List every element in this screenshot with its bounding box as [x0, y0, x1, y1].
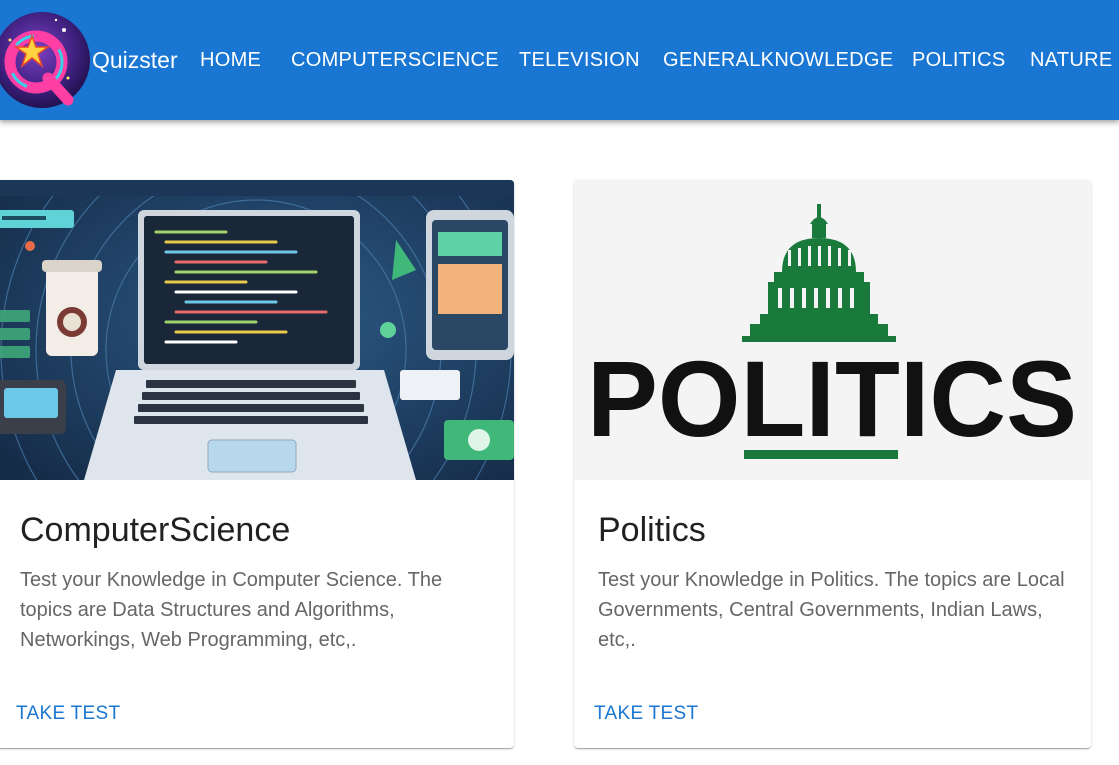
nav-politics[interactable]: POLITICS [912, 48, 1006, 72]
quiz-card-computerscience: ComputerScience Test your Knowledge in C… [0, 180, 514, 748]
laptop-illustration [0, 180, 514, 480]
card-description: Test your Knowledge in Computer Science.… [20, 569, 443, 651]
take-test-button[interactable]: TAKE TEST [594, 702, 698, 726]
politics-image: POLITICS [574, 180, 1091, 480]
nav-television[interactable]: TELEVISION [519, 48, 640, 72]
nav-generalknowledge[interactable]: GENERALKNOWLEDGE [663, 48, 893, 72]
app-bar: Quizster HOME COMPUTERSCIENCE TELEVISION… [0, 0, 1119, 120]
card-title: ComputerScience [20, 511, 291, 549]
take-test-button[interactable]: TAKE TEST [16, 702, 120, 726]
nav-computerscience[interactable]: COMPUTERSCIENCE [291, 48, 499, 72]
card-title: Politics [598, 511, 706, 549]
brand-name[interactable]: Quizster [92, 46, 178, 74]
card-description: Test your Knowledge in Politics. The top… [598, 569, 1065, 651]
capitol-dome-icon [742, 204, 896, 342]
nav-home[interactable]: HOME [200, 48, 261, 72]
politics-image-text: POLITICS [587, 338, 1077, 459]
quiz-card-politics: POLITICS Politics Test your Knowledge in… [574, 180, 1091, 748]
quiz-logo-icon[interactable] [0, 0, 92, 120]
nav-nature[interactable]: NATURE [1030, 48, 1113, 72]
